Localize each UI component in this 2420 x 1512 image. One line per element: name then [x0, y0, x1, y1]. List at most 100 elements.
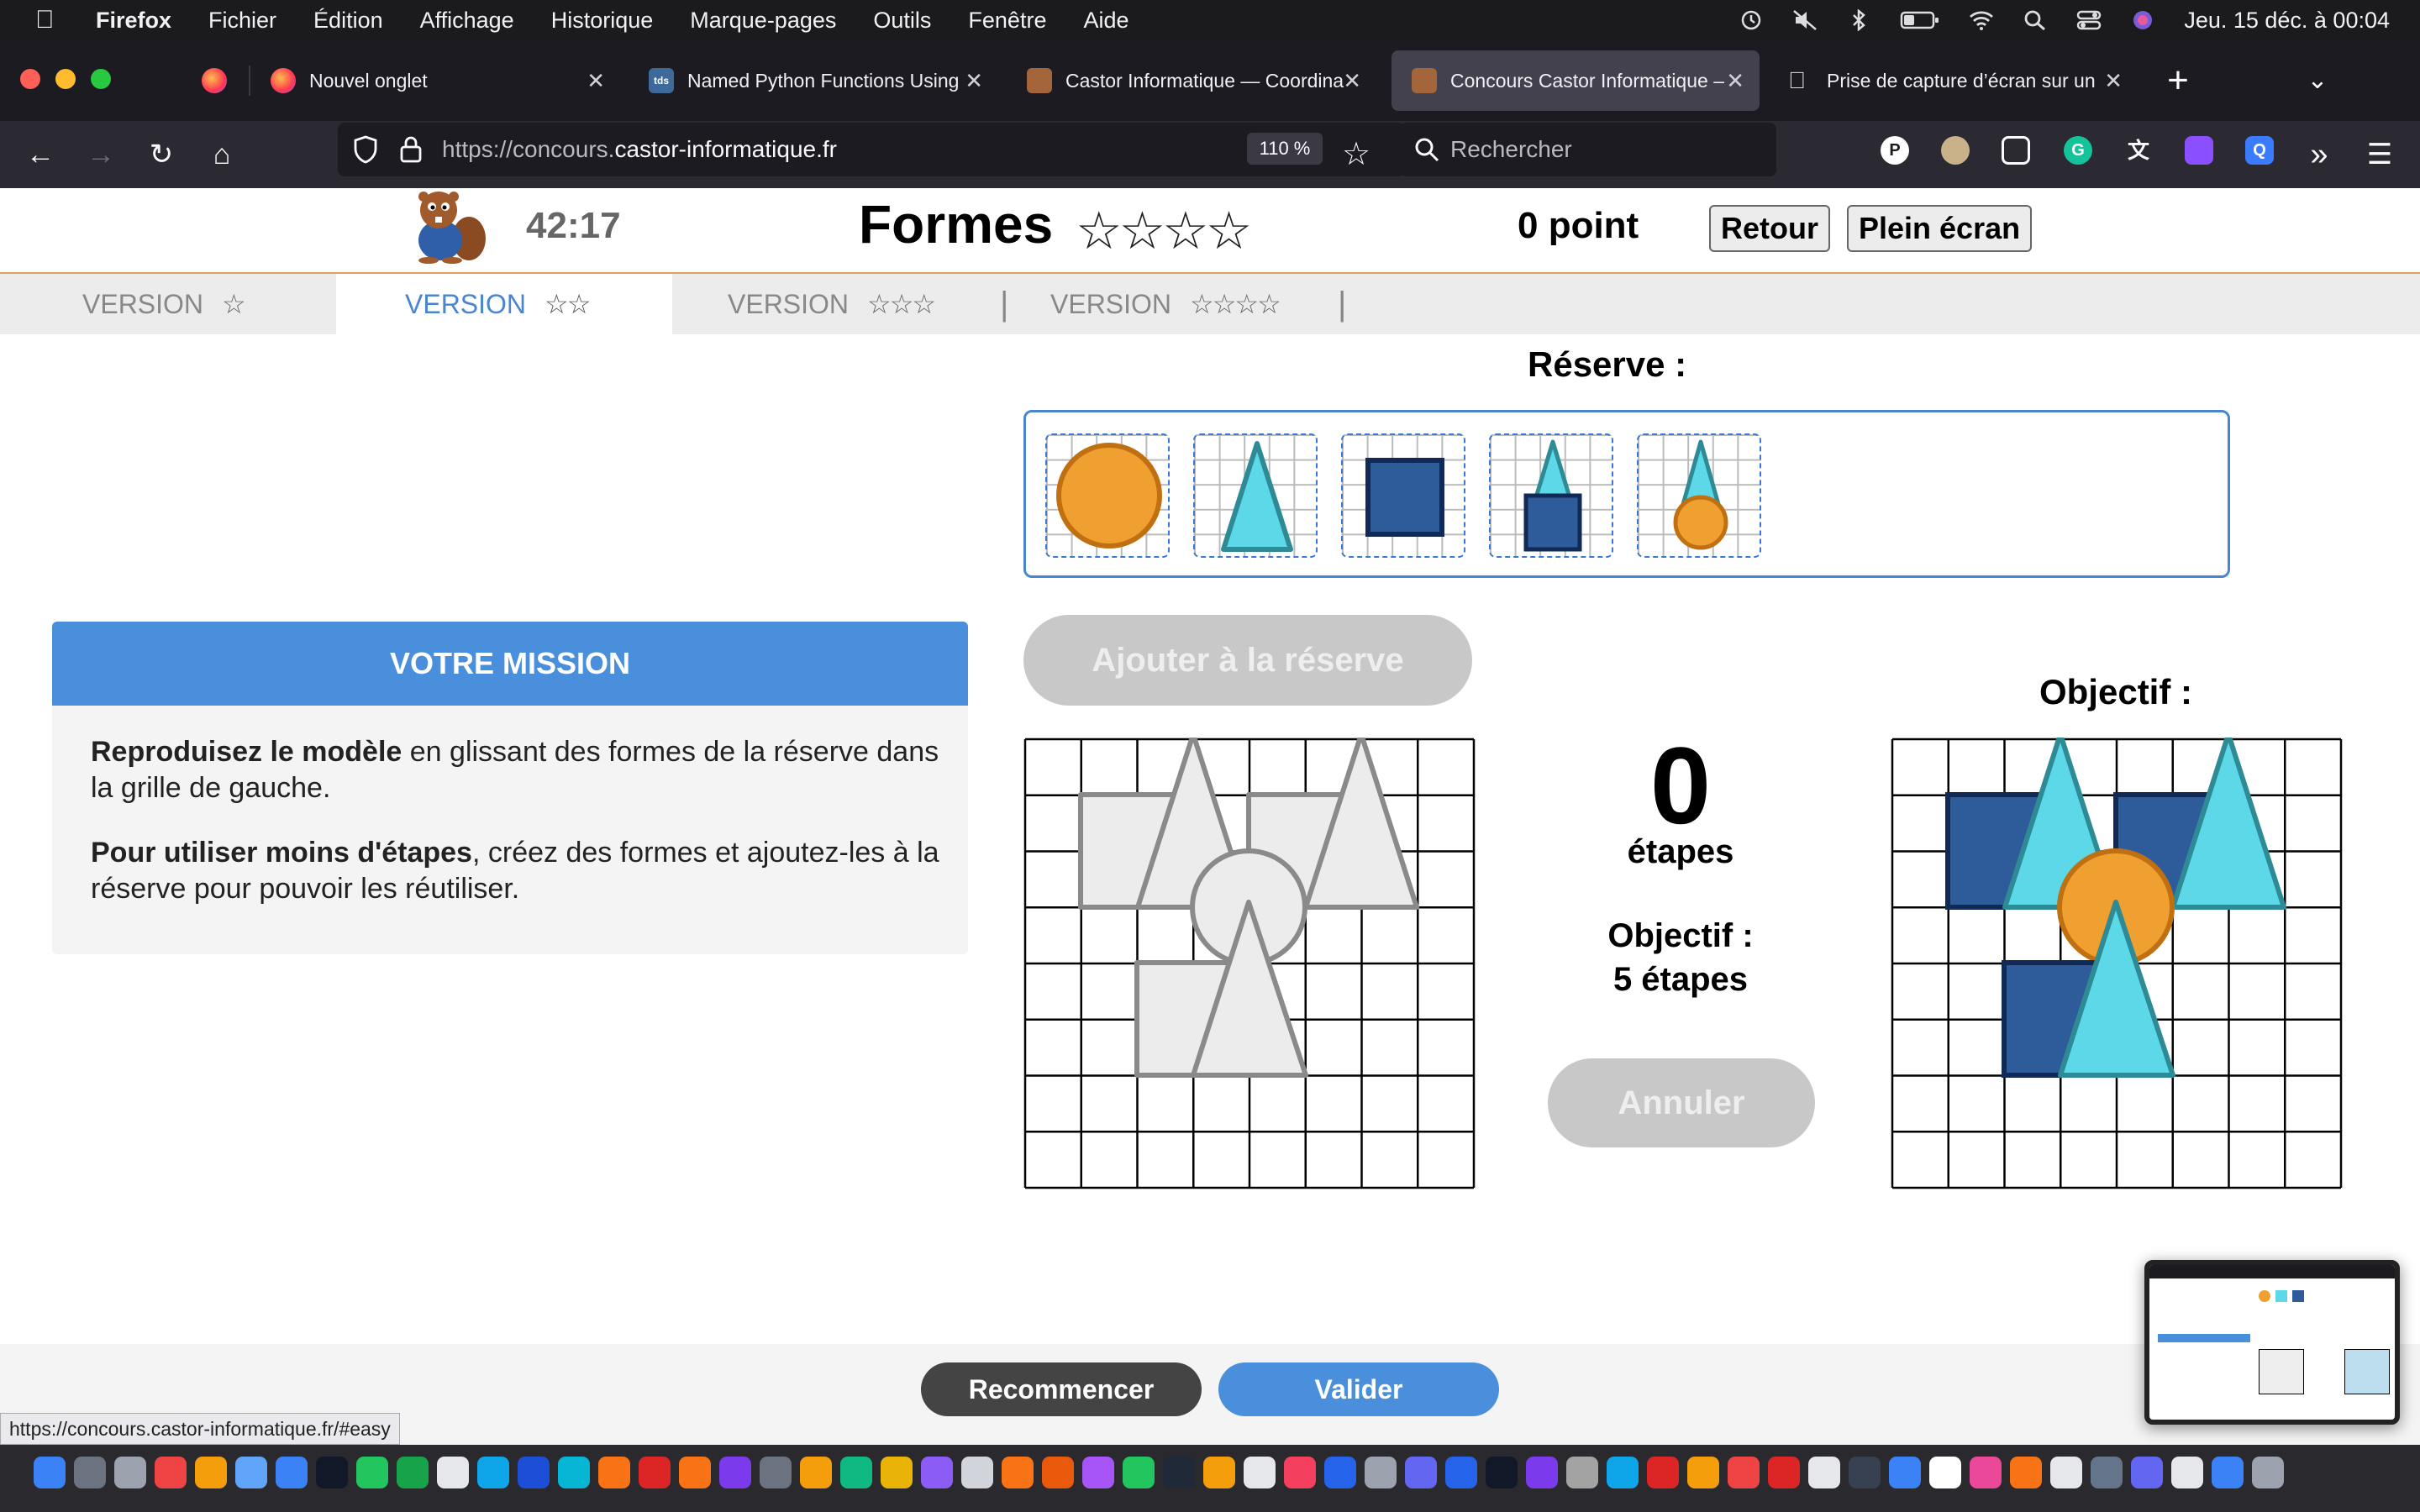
dock-app-icon[interactable]	[195, 1457, 227, 1488]
dock-app-icon[interactable]	[2091, 1457, 2123, 1488]
dock-app-icon[interactable]	[1365, 1457, 1397, 1488]
tab-capture-ecran[interactable]:  Prise de capture d’écran sur un ✕	[1768, 50, 2138, 111]
dock-app-icon[interactable]	[800, 1457, 832, 1488]
menu-edition[interactable]: Édition	[313, 8, 383, 34]
dock-app-icon[interactable]	[760, 1457, 792, 1488]
tab-version-3-stars[interactable]: VERSION ☆☆☆	[728, 274, 936, 334]
dock-app-icon[interactable]	[2212, 1457, 2244, 1488]
url-text[interactable]: https://concours.castor-informatique.fr	[442, 136, 837, 163]
dock-app-icon[interactable]	[1889, 1457, 1921, 1488]
window-close-button[interactable]	[20, 69, 40, 89]
close-tab-icon[interactable]: ✕	[2104, 68, 2123, 94]
dock-app-icon[interactable]	[2171, 1457, 2203, 1488]
dock-app-icon[interactable]	[1647, 1457, 1679, 1488]
dock-app-icon[interactable]	[74, 1457, 106, 1488]
reserve-triangle-shape[interactable]	[1193, 433, 1318, 558]
pinned-tab-firefox[interactable]	[192, 50, 245, 111]
dock-app-icon[interactable]	[1526, 1457, 1558, 1488]
reserve-square-shape[interactable]	[1341, 433, 1465, 558]
dock-app-icon[interactable]	[1728, 1457, 1760, 1488]
menubar-clock[interactable]: Jeu. 15 déc. à 00:04	[2184, 8, 2390, 34]
apple-menu-icon[interactable]: 	[35, 6, 69, 34]
window-minimize-button[interactable]	[55, 69, 76, 89]
home-icon[interactable]: ⌂	[202, 134, 242, 175]
new-tab-button[interactable]: +	[2158, 60, 2198, 101]
dock-app-icon[interactable]	[881, 1457, 913, 1488]
grammarly-icon[interactable]: G	[2064, 136, 2092, 165]
close-tab-icon[interactable]: ✕	[1726, 68, 1744, 94]
reload-icon[interactable]: ↻	[141, 134, 182, 175]
dock-app-icon[interactable]	[155, 1457, 187, 1488]
bookmark-star-icon[interactable]: ☆	[1336, 134, 1376, 175]
dock-app-icon[interactable]	[1405, 1457, 1437, 1488]
dock-app-icon[interactable]	[961, 1457, 993, 1488]
close-tab-icon[interactable]: ✕	[1343, 68, 1361, 94]
dock-app-icon[interactable]	[2252, 1457, 2284, 1488]
dock-app-icon[interactable]	[1163, 1457, 1195, 1488]
dock-app-icon[interactable]	[1970, 1457, 2002, 1488]
dock-app-icon[interactable]	[1002, 1457, 1034, 1488]
dock-app-icon[interactable]	[558, 1457, 590, 1488]
dock-app-icon[interactable]	[1486, 1457, 1518, 1488]
zoom-level-button[interactable]: 110 %	[1247, 133, 1323, 165]
dock-app-icon[interactable]	[477, 1457, 509, 1488]
back-button[interactable]: Retour	[1709, 205, 1830, 252]
close-tab-icon[interactable]: ✕	[965, 68, 983, 94]
menu-affichage[interactable]: Affichage	[420, 8, 514, 34]
back-arrow-icon[interactable]: ←	[20, 134, 60, 175]
dock-app-icon[interactable]	[1607, 1457, 1639, 1488]
pocket-icon[interactable]	[2002, 136, 2030, 165]
tab-nouvel-onglet[interactable]: Nouvel onglet ✕	[250, 50, 620, 111]
dock-app-icon[interactable]	[1687, 1457, 1719, 1488]
undo-button[interactable]: Annuler	[1548, 1058, 1815, 1147]
menu-fenetre[interactable]: Fenêtre	[968, 8, 1046, 34]
reserve-circle-shape[interactable]	[1045, 433, 1170, 558]
dock-app-icon[interactable]	[679, 1457, 711, 1488]
siri-icon[interactable]	[2130, 9, 2155, 31]
dock-app-icon[interactable]	[1284, 1457, 1316, 1488]
dock-app-icon[interactable]	[921, 1457, 953, 1488]
menu-historique[interactable]: Historique	[551, 8, 654, 34]
dock-app-icon[interactable]	[437, 1457, 469, 1488]
menu-aide[interactable]: Aide	[1083, 8, 1128, 34]
list-all-tabs-chevron-down-icon[interactable]: ⌄	[2297, 60, 2338, 101]
dock-app-icon[interactable]	[1123, 1457, 1155, 1488]
hamburger-menu-icon[interactable]: ☰	[2360, 134, 2400, 175]
dock-app-icon[interactable]	[1445, 1457, 1477, 1488]
spotlight-search-icon[interactable]	[2023, 9, 2048, 31]
more-extensions-chevron-icon[interactable]: »	[2299, 134, 2339, 175]
dock-app-icon[interactable]	[719, 1457, 751, 1488]
tab-named-python-functions[interactable]: tds Named Python Functions Using ✕	[629, 50, 998, 111]
dock-app-icon[interactable]	[397, 1457, 429, 1488]
dock-app-icon[interactable]	[114, 1457, 146, 1488]
lock-icon[interactable]	[398, 134, 424, 165]
bluetooth-icon[interactable]	[1846, 9, 1871, 31]
restart-button[interactable]: Recommencer	[921, 1362, 1202, 1416]
validate-button[interactable]: Valider	[1218, 1362, 1499, 1416]
dock-app-icon[interactable]	[276, 1457, 308, 1488]
menu-app-firefox[interactable]: Firefox	[96, 8, 171, 34]
dock-app-icon[interactable]	[1929, 1457, 1961, 1488]
dock-app-icon[interactable]	[840, 1457, 872, 1488]
dock-app-icon[interactable]	[1203, 1457, 1235, 1488]
tab-castor-coordinates[interactable]: Castor Informatique — Coordina ✕	[1007, 50, 1376, 111]
dock-app-icon[interactable]	[1566, 1457, 1598, 1488]
dock-app-icon[interactable]	[598, 1457, 630, 1488]
close-tab-icon[interactable]: ✕	[587, 68, 605, 94]
tab-version-2-stars[interactable]: VERSION ☆☆	[336, 274, 672, 334]
dock-app-icon[interactable]	[235, 1457, 267, 1488]
reserve-triangle-square-shape[interactable]	[1489, 433, 1613, 558]
screenshot-thumbnail[interactable]	[2144, 1260, 2400, 1425]
reserve-triangle-circle-shape[interactable]	[1637, 433, 1761, 558]
control-center-icon[interactable]	[2076, 9, 2102, 31]
dock-app-icon[interactable]	[1082, 1457, 1114, 1488]
forward-arrow-icon[interactable]: →	[81, 134, 121, 175]
dock-app-icon[interactable]	[1042, 1457, 1074, 1488]
working-grid[interactable]	[1023, 738, 1476, 1189]
dock-app-icon[interactable]	[1808, 1457, 1840, 1488]
avatar-extension-icon[interactable]	[1941, 136, 1970, 165]
add-to-reserve-button[interactable]: Ajouter à la réserve	[1023, 615, 1472, 706]
dock-app-icon[interactable]	[2131, 1457, 2163, 1488]
dock-app-icon[interactable]	[1244, 1457, 1276, 1488]
dock-app-icon[interactable]	[356, 1457, 388, 1488]
